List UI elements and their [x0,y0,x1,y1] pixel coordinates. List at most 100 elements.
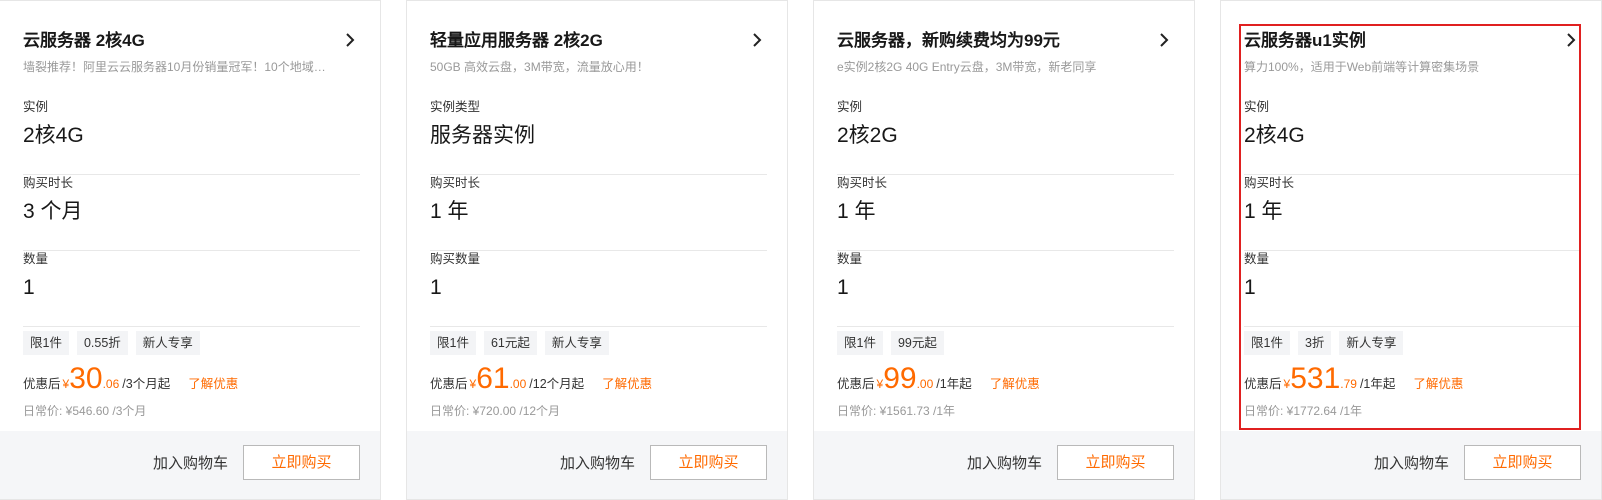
field-label: 购买时长 [837,176,888,190]
spec-field: 实例 2核2G [837,99,1174,175]
price-decimal: .79 [1340,377,1357,391]
promo-tags: 限1件 0.55折 新人专享 [23,331,200,355]
chevron-right-icon [346,33,355,47]
price-row: 优惠后 ¥531.79/1年起 了解优惠 [1244,359,1463,399]
duration-field: 购买时长 1 年 [1244,175,1581,251]
card-title: 云服务器 2核4G [23,31,145,50]
original-price: 日常价: ¥1772.64 /1年 [1244,404,1363,418]
promo-tag: 新人专享 [135,331,200,355]
field-label: 实例 [1244,100,1270,114]
promo-tag: 99元起 [890,331,944,355]
field-label: 实例类型 [430,100,481,114]
card-title-link[interactable]: 轻量应用服务器 2核2G [430,28,767,54]
product-card: 云服务器u1实例 算力100%，适用于Web前端等计算密集场景 实例 2核4G … [1220,0,1602,500]
promo-tag: 新人专享 [1339,331,1404,355]
field-label: 实例 [23,100,49,114]
buy-now-button[interactable]: 立即购买 [650,445,767,480]
duration-field: 购买时长 1 年 [430,175,767,251]
card-title: 云服务器，新购续费均为99元 [837,31,1060,50]
field-label: 数量 [1244,252,1270,266]
buy-now-button[interactable]: 立即购买 [243,445,360,480]
learn-discount-link[interactable]: 了解优惠 [188,377,238,391]
quantity-field: 数量 1 [1244,251,1581,327]
card-footer: 加入购物车 立即购买 [0,431,380,499]
field-value: 1 [837,276,849,299]
card-subtitle: 50GB 高效云盘，3M带宽，流量放心用！ [430,60,649,74]
original-price: 日常价: ¥720.00 /12个月 [430,404,561,418]
quantity-field: 数量 1 [23,251,360,327]
original-price: 日常价: ¥1561.73 /1年 [837,404,956,418]
promo-tag: 限1件 [1244,331,1290,355]
quantity-field: 购买数量 1 [430,251,767,327]
field-value: 3 个月 [23,200,83,223]
field-value: 2核4G [23,124,84,147]
promo-tag: 61元起 [483,331,537,355]
field-label: 数量 [23,252,49,266]
card-footer: 加入购物车 立即购买 [407,431,787,499]
field-value: 服务器实例 [430,124,535,147]
price-label: 优惠后 [837,377,875,391]
price-integer: 30 [69,362,103,395]
price-label: 优惠后 [23,377,61,391]
field-label: 购买时长 [1244,176,1295,190]
card-footer: 加入购物车 立即购买 [814,431,1194,499]
price-unit: /1年起 [1359,377,1396,391]
chevron-right-icon [753,33,762,47]
product-card: 云服务器 2核4G 墙裂推荐！阿里云云服务器10月份销量冠军！10个地域… 实例… [0,0,381,500]
price-row: 优惠后 ¥30.06/3个月起 了解优惠 [23,359,238,399]
field-value: 1 年 [837,200,876,223]
price-unit: /12个月起 [529,377,585,391]
spec-field: 实例 2核4G [23,99,360,175]
spec-field: 实例类型 服务器实例 [430,99,767,175]
promo-tag: 限1件 [430,331,476,355]
spec-field: 实例 2核4G [1244,99,1581,175]
field-value: 1 [1244,276,1256,299]
buy-now-button[interactable]: 立即购买 [1057,445,1174,480]
duration-field: 购买时长 1 年 [837,175,1174,251]
quantity-field: 数量 1 [837,251,1174,327]
price-unit: /3个月起 [122,377,171,391]
price-decimal: .00 [509,377,527,391]
chevron-right-icon [1567,33,1576,47]
price-decimal: .00 [916,377,934,391]
add-to-cart-button[interactable]: 加入购物车 [1374,452,1449,476]
card-title-link[interactable]: 云服务器u1实例 [1244,28,1581,54]
field-label: 实例 [837,100,863,114]
promo-tags: 限1件 99元起 [837,331,944,355]
field-value: 1 年 [1244,200,1283,223]
buy-now-button[interactable]: 立即购买 [1464,445,1581,480]
field-label: 购买数量 [430,252,481,266]
card-subtitle: e实例2核2G 40G Entry云盘，3M带宽，新老同享 [837,60,1097,74]
card-title-link[interactable]: 云服务器 2核4G [23,28,360,54]
field-value: 1 [23,276,35,299]
learn-discount-link[interactable]: 了解优惠 [602,377,652,391]
price-integer: 61 [476,362,510,395]
chevron-right-icon [1160,33,1169,47]
card-title: 云服务器u1实例 [1244,31,1366,50]
product-card: 云服务器，新购续费均为99元 e实例2核2G 40G Entry云盘，3M带宽，… [813,0,1195,500]
add-to-cart-button[interactable]: 加入购物车 [153,452,228,476]
promo-tag: 新人专享 [544,331,609,355]
field-value: 1 [430,276,442,299]
original-price: 日常价: ¥546.60 /3个月 [23,404,147,418]
promo-tag: 3折 [1297,331,1332,355]
field-label: 数量 [837,252,863,266]
price-row: 优惠后 ¥99.00/1年起 了解优惠 [837,359,1040,399]
promo-tag: 0.55折 [76,331,128,355]
add-to-cart-button[interactable]: 加入购物车 [967,452,1042,476]
price-row: 优惠后 ¥61.00/12个月起 了解优惠 [430,359,652,399]
card-subtitle: 墙裂推荐！阿里云云服务器10月份销量冠军！10个地域… [23,60,326,74]
product-card: 轻量应用服务器 2核2G 50GB 高效云盘，3M带宽，流量放心用！ 实例类型 … [406,0,788,500]
card-subtitle: 算力100%，适用于Web前端等计算密集场景 [1244,60,1480,74]
price-integer: 531 [1290,362,1341,395]
field-value: 1 年 [430,200,469,223]
duration-field: 购买时长 3 个月 [23,175,360,251]
price-integer: 99 [883,362,917,395]
promo-tag: 限1件 [23,331,69,355]
promo-tag: 限1件 [837,331,883,355]
card-title-link[interactable]: 云服务器，新购续费均为99元 [837,28,1174,54]
add-to-cart-button[interactable]: 加入购物车 [560,452,635,476]
field-label: 购买时长 [430,176,481,190]
learn-discount-link[interactable]: 了解优惠 [990,377,1040,391]
learn-discount-link[interactable]: 了解优惠 [1413,377,1463,391]
